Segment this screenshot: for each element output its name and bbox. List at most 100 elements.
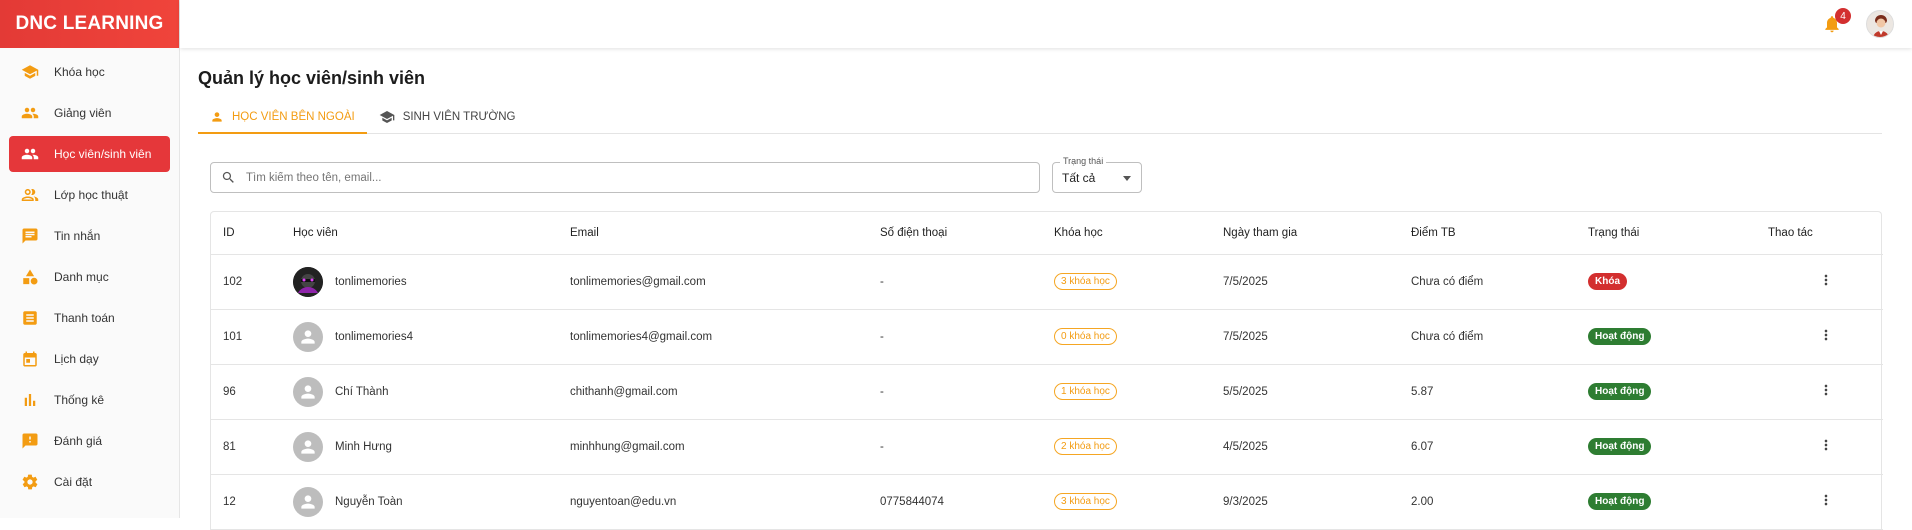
student-name: tonlimemories4 — [335, 330, 413, 343]
cell-status: Hoạt động — [1588, 364, 1768, 420]
more-vert-icon[interactable] — [1818, 437, 1834, 456]
sidebar-item-payments[interactable]: Thanh toán — [9, 300, 170, 336]
cell-courses: 3 khóa học — [1054, 254, 1223, 310]
status-badge: Hoạt động — [1588, 493, 1652, 510]
status-filter-label: Trạng thái — [1060, 156, 1107, 166]
cell-joined: 7/5/2025 — [1223, 309, 1411, 365]
group-icon — [21, 186, 39, 204]
sidebar-item-classes[interactable]: Lớp học thuật — [9, 177, 170, 213]
sidebar-item-label: Lớp học thuật — [54, 188, 128, 202]
cell-phone: - — [880, 419, 1054, 475]
cell-id: 96 — [211, 364, 293, 420]
cell-courses: 3 khóa học — [1054, 474, 1223, 530]
more-vert-icon[interactable] — [1818, 382, 1834, 401]
cell-actions — [1768, 254, 1883, 310]
sidebar-item-students[interactable]: Học viên/sinh viên — [9, 136, 170, 172]
column-header[interactable]: Thao tác — [1768, 212, 1883, 255]
cell-email: nguyentoan@edu.vn — [570, 474, 880, 530]
cell-id: 81 — [211, 419, 293, 475]
column-header[interactable]: Ngày tham gia — [1223, 212, 1411, 255]
cell-email: tonlimemories@gmail.com — [570, 254, 880, 310]
courses-chip: 3 khóa học — [1054, 493, 1117, 510]
cell-actions — [1768, 364, 1883, 420]
cell-status: Hoạt động — [1588, 419, 1768, 475]
cell-student: tonlimemories4 — [293, 309, 570, 365]
status-badge: Hoạt động — [1588, 328, 1652, 345]
more-vert-icon[interactable] — [1818, 327, 1834, 346]
sidebar-item-statistics[interactable]: Thống kê — [9, 382, 170, 418]
sidebar-item-label: Tin nhắn — [54, 229, 101, 243]
status-badge: Hoạt động — [1588, 383, 1652, 400]
cell-student: tonlimemories — [293, 254, 570, 310]
cell-student: Minh Hưng — [293, 419, 570, 475]
avatar — [293, 266, 323, 297]
column-header[interactable]: Trạng thái — [1588, 212, 1768, 255]
more-vert-icon[interactable] — [1818, 272, 1834, 291]
sidebar-item-label: Cài đặt — [54, 475, 93, 489]
bar-chart-icon — [21, 391, 39, 409]
calendar-icon — [21, 350, 39, 368]
cell-id: 12 — [211, 474, 293, 530]
sidebar-item-label: Thanh toán — [54, 311, 115, 325]
sidebar-item-messages[interactable]: Tin nhắn — [9, 218, 170, 254]
receipt-icon — [21, 309, 39, 327]
student-name: tonlimemories — [335, 275, 407, 288]
column-header[interactable]: ID — [211, 212, 293, 255]
sidebar-item-instructors[interactable]: Giảng viên — [9, 95, 170, 131]
column-header[interactable]: Số điện thoại — [880, 212, 1054, 255]
cell-status: Hoạt động — [1588, 309, 1768, 365]
content-area: Tất cả Trạng thái ID Học viên Email Số đ… — [198, 0, 1883, 530]
sidebar-item-schedule[interactable]: Lịch dạy — [9, 341, 170, 377]
cell-status: Khóa — [1588, 254, 1768, 310]
people-icon — [21, 145, 39, 163]
chevron-down-icon — [1123, 176, 1131, 181]
status-filter-select[interactable]: Tất cả — [1052, 162, 1142, 193]
more-vert-icon[interactable] — [1818, 492, 1834, 511]
cell-score: 5.87 — [1411, 364, 1588, 420]
sidebar-item-label: Đánh giá — [54, 434, 103, 448]
cell-actions — [1768, 474, 1883, 530]
cell-courses: 2 khóa học — [1054, 419, 1223, 475]
search-box[interactable] — [210, 162, 1040, 193]
sidebar-item-label: Danh mục — [54, 270, 109, 284]
cell-phone: - — [880, 364, 1054, 420]
courses-chip: 2 khóa học — [1054, 438, 1117, 455]
cell-score: 6.07 — [1411, 419, 1588, 475]
cell-joined: 9/3/2025 — [1223, 474, 1411, 530]
feedback-icon — [21, 432, 39, 450]
sidebar-item-courses[interactable]: Khóa học — [9, 54, 170, 90]
people-icon — [21, 104, 39, 122]
cell-status: Hoạt động — [1588, 474, 1768, 530]
sidebar-item-label: Khóa học — [54, 65, 105, 79]
sidebar-item-settings[interactable]: Cài đặt — [9, 464, 170, 500]
category-icon — [21, 268, 39, 286]
column-header[interactable]: Email — [570, 212, 880, 255]
status-badge: Hoạt động — [1588, 438, 1652, 455]
column-header[interactable]: Khóa học — [1054, 212, 1223, 255]
table-row[interactable]: 81 Minh Hưng minhhung@gmail.com -2 khóa học… — [211, 419, 1883, 475]
avatar — [293, 321, 323, 352]
cell-score: Chưa có điểm — [1411, 309, 1588, 365]
cell-id: 102 — [211, 254, 293, 310]
sidebar-item-categories[interactable]: Danh mục — [9, 259, 170, 295]
gear-icon — [21, 473, 39, 491]
column-header[interactable]: Học viên — [293, 212, 570, 255]
sidebar-item-label: Học viên/sinh viên — [54, 147, 152, 161]
table-row[interactable]: 96 Chí Thành chithanh@gmail.com -1 khóa học… — [211, 364, 1883, 420]
sidebar-item-reviews[interactable]: Đánh giá — [9, 423, 170, 459]
cell-student: Chí Thành — [293, 364, 570, 420]
cell-email: minhhung@gmail.com — [570, 419, 880, 475]
chat-icon — [21, 227, 39, 245]
cell-id: 101 — [211, 309, 293, 365]
brand-logo[interactable]: DNC LEARNING — [0, 0, 179, 48]
search-input[interactable] — [246, 171, 846, 184]
table-row[interactable]: 101 tonlimemories4 tonlimemories4@gmail.co… — [211, 309, 1883, 365]
table-row[interactable]: 102 tonlimemories tonlimemories@gmail.com -… — [211, 254, 1883, 310]
cell-courses: 0 khóa học — [1054, 309, 1223, 365]
column-header[interactable]: Điểm TB — [1411, 212, 1588, 255]
cell-actions — [1768, 419, 1883, 475]
sidebar-nav: Khóa học Giảng viên Học viên/sinh viên L… — [0, 48, 179, 500]
cell-student: Nguyễn Toàn — [293, 474, 570, 530]
student-name: Minh Hưng — [335, 440, 392, 453]
table-row[interactable]: 12 Nguyễn Toàn nguyentoan@edu.vn 0775844074… — [211, 474, 1883, 530]
